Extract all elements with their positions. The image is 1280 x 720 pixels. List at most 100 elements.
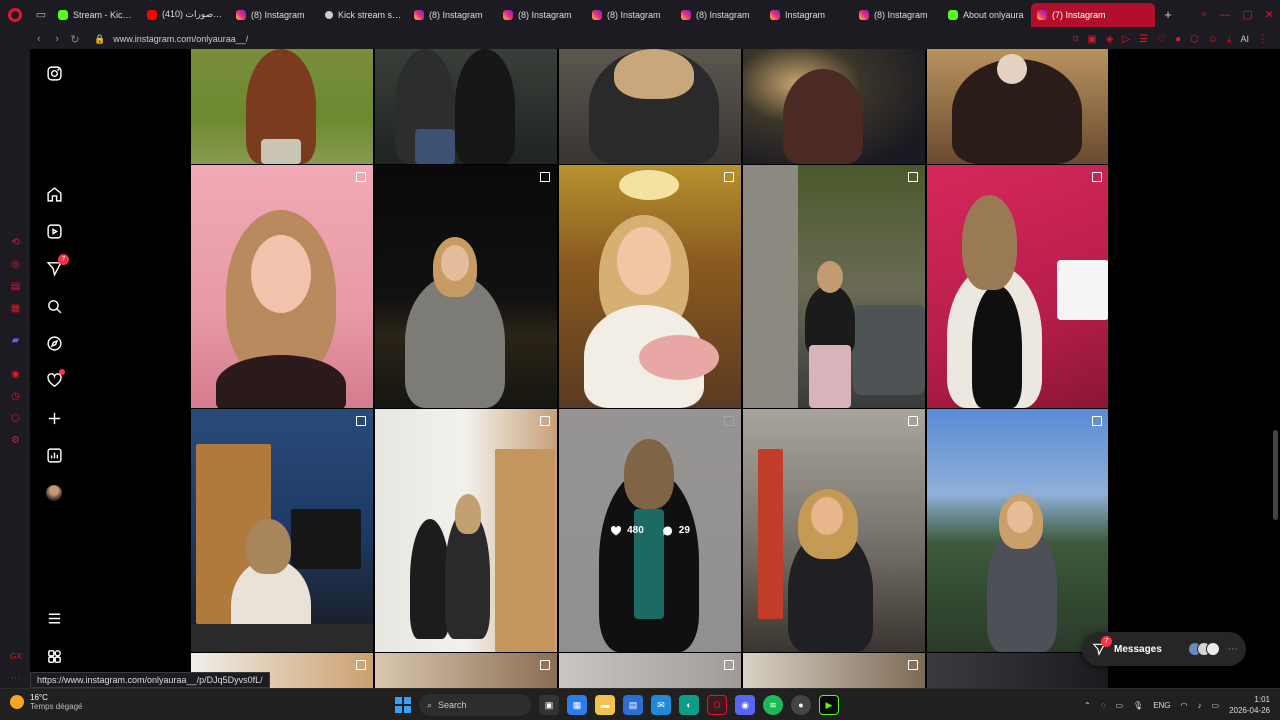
obs-app-icon[interactable]: ● — [791, 695, 811, 715]
browser-tab[interactable]: (8) Instagram — [230, 3, 319, 27]
spotify-app-icon[interactable]: ≋ — [763, 695, 783, 715]
sidebar-crypto-icon[interactable]: ◎ — [10, 259, 21, 270]
browser-tab[interactable]: (8) Instagram — [853, 3, 942, 27]
post-thumbnail[interactable] — [191, 165, 373, 408]
post-thumbnail[interactable] — [375, 165, 557, 408]
notifications-icon[interactable] — [45, 369, 65, 389]
browser-tab[interactable]: (8) Instagram — [586, 3, 675, 27]
tray-mic-icon[interactable]: 🎙 — [1133, 701, 1143, 710]
tab-overview-icon[interactable]: ▭ — [30, 0, 52, 29]
volume-icon[interactable]: ♪ — [1198, 701, 1202, 710]
also-from-meta-icon[interactable] — [45, 647, 63, 665]
sidebar-history-icon[interactable]: ⟲ — [10, 237, 21, 248]
reload-button[interactable]: ↻ — [66, 33, 84, 46]
post-thumbnail[interactable] — [743, 49, 925, 164]
scrollbar-thumb[interactable] — [1273, 430, 1278, 520]
browser-tab-active[interactable]: (7) Instagram — [1031, 2, 1155, 27]
store-app-icon[interactable]: ▤ — [623, 695, 643, 715]
browser-tab[interactable]: (8) Instagram — [497, 3, 586, 27]
tray-network-icon[interactable]: ◌ — [1101, 701, 1106, 710]
page-scrollbar[interactable] — [1270, 49, 1280, 688]
sidebar-twitch-icon[interactable]: ▰ — [10, 335, 21, 346]
post-thumbnail[interactable] — [559, 653, 741, 688]
outlook-app-icon[interactable]: ✉ — [651, 695, 671, 715]
sidebar-player-icon[interactable]: ◉ — [10, 369, 21, 380]
widgets-app-icon[interactable]: ▦ — [567, 695, 587, 715]
browser-menu-icon[interactable]: ⋮ — [1258, 34, 1268, 45]
post-thumbnail[interactable] — [743, 165, 925, 408]
task-view-icon[interactable]: ▣ — [539, 695, 559, 715]
forward-button[interactable]: › — [48, 33, 66, 45]
bookmark-page-icon[interactable]: ⌑ — [1073, 34, 1078, 45]
taskbar-clock[interactable]: 1:01 2026-04-26 — [1229, 694, 1270, 716]
post-thumbnail[interactable] — [375, 653, 557, 688]
vpn-icon[interactable]: ◈ — [1106, 34, 1114, 45]
new-tab-button[interactable]: + — [1159, 6, 1177, 24]
snapshot-icon[interactable]: ▣ — [1087, 34, 1096, 45]
opera-menu-button[interactable] — [0, 0, 30, 29]
minimize-button[interactable]: — — [1219, 9, 1230, 21]
account-icon[interactable]: ☺ — [1208, 34, 1218, 45]
post-thumbnail[interactable] — [559, 165, 741, 408]
browser-tab[interactable]: Instagram — [764, 3, 853, 27]
post-thumbnail[interactable] — [927, 409, 1108, 652]
aria-ai-button[interactable]: AI — [1240, 34, 1249, 44]
sidebar-clock-icon[interactable]: ◷ — [10, 391, 21, 402]
instagram-logo-icon[interactable] — [45, 64, 63, 82]
post-thumbnail[interactable] — [191, 49, 373, 164]
sidebar-extensions-icon[interactable]: ⬡ — [10, 413, 21, 424]
url-field[interactable]: 🔒 www.instagram.com/onlyauraa__/ — [94, 34, 248, 45]
post-thumbnail[interactable] — [375, 49, 557, 164]
sidebar-settings-icon[interactable]: ⚙ — [10, 435, 21, 446]
language-indicator[interactable]: ENG — [1153, 701, 1170, 710]
opera-gx-app-icon[interactable]: O — [707, 695, 727, 715]
sidebar-more-icon[interactable]: ⋯ — [10, 673, 21, 684]
extensions-icon[interactable]: ⬡ — [1190, 34, 1199, 45]
kick-app-icon[interactable]: ▶ — [819, 695, 839, 715]
search-icon[interactable] — [45, 297, 63, 315]
browser-tab[interactable]: (410) الديناصورات — [141, 3, 230, 27]
taskbar-search[interactable]: ⌕ Search — [419, 694, 531, 716]
profile-avatar[interactable] — [45, 484, 63, 502]
post-thumbnail[interactable] — [927, 165, 1108, 408]
home-icon[interactable] — [45, 185, 63, 203]
weather-widget[interactable]: 16°C Temps dégagé — [10, 693, 82, 711]
sidebar-stack-icon[interactable]: ▤ — [10, 281, 21, 292]
file-explorer-icon[interactable]: ▬ — [595, 695, 615, 715]
tray-folder-icon[interactable]: ▭ — [1115, 701, 1123, 710]
post-thumbnail[interactable] — [743, 653, 925, 688]
battery-icon[interactable]: ▭ — [1212, 701, 1220, 710]
messages-icon[interactable]: 7 — [45, 254, 69, 277]
discord-app-icon[interactable]: ◉ — [735, 695, 755, 715]
download-icon[interactable]: ⤓ — [1227, 34, 1231, 45]
post-thumbnail[interactable] — [559, 49, 741, 164]
post-thumbnail[interactable] — [743, 409, 925, 652]
wifi-icon[interactable]: ◠ — [1181, 701, 1188, 710]
post-thumbnail[interactable] — [375, 409, 557, 652]
tab-search-icon[interactable]: ⌕ — [1201, 8, 1207, 21]
post-thumbnail[interactable] — [927, 653, 1108, 688]
sidebar-news-icon[interactable]: ▦ — [10, 303, 21, 314]
browser-tab[interactable]: Kick stream sup — [319, 3, 408, 27]
browser-tab[interactable]: Stream - Kick D — [52, 3, 141, 27]
edge-app-icon[interactable]: ◐ — [679, 695, 699, 715]
browser-tab[interactable]: (8) Instagram — [675, 3, 764, 27]
sidebar-gx-icon[interactable]: GX — [10, 651, 22, 662]
browser-tab[interactable]: (8) Instagram — [408, 3, 497, 27]
explore-icon[interactable] — [45, 334, 63, 352]
messages-pill-button[interactable]: 7 Messages ⋯ — [1082, 632, 1246, 666]
maximize-button[interactable]: ▢ — [1242, 8, 1252, 21]
post-thumbnail[interactable] — [927, 49, 1108, 164]
adblock-icon[interactable]: ● — [1175, 34, 1181, 45]
downloads-list-icon[interactable]: ☰ — [1139, 34, 1148, 45]
reels-icon[interactable] — [45, 222, 63, 240]
post-thumbnail[interactable] — [191, 409, 373, 652]
dashboard-icon[interactable] — [45, 446, 63, 464]
back-button[interactable]: ‹ — [30, 33, 48, 45]
post-thumbnail-hovered[interactable]: 480 29 — [559, 409, 741, 652]
close-window-button[interactable]: ✕ — [1265, 8, 1274, 21]
start-button-icon[interactable] — [395, 697, 411, 713]
heart-icon[interactable]: ♡ — [1157, 34, 1166, 45]
browser-tab[interactable]: About onlyaura — [942, 3, 1031, 27]
tray-overflow-icon[interactable]: ⌃ — [1084, 701, 1091, 710]
